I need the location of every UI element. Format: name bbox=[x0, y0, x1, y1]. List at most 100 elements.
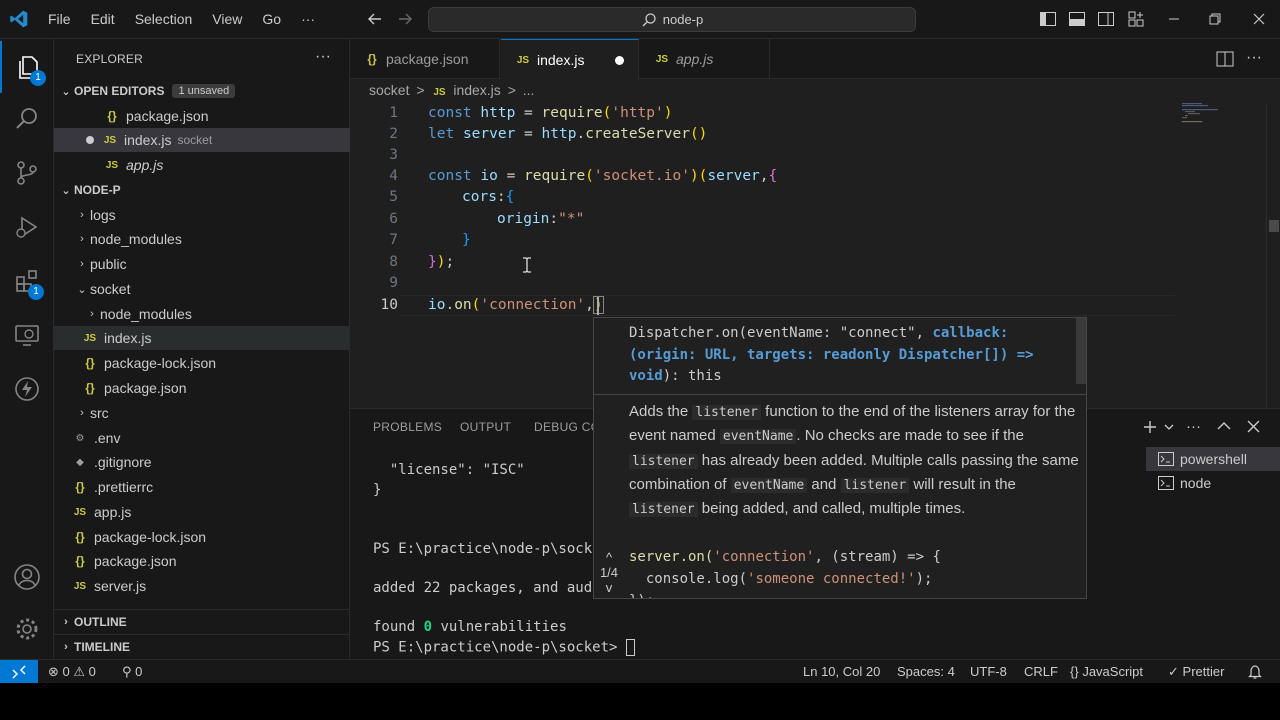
terminal-item-node[interactable]: node bbox=[1146, 471, 1280, 495]
tree-file[interactable]: {} package.json bbox=[54, 376, 350, 400]
tree-file[interactable]: ⚙ .env bbox=[54, 426, 350, 450]
problems-status[interactable]: ⊗ 0 ⚠ 0 bbox=[48, 664, 96, 680]
tab-index-js[interactable]: JS index.js bbox=[501, 39, 639, 80]
tree-file[interactable]: ◆ .gitignore bbox=[54, 450, 350, 474]
toggle-secondary-sidebar-icon[interactable] bbox=[1097, 10, 1115, 28]
end-of-line[interactable]: CRLF bbox=[1024, 664, 1058, 679]
activity-source-control[interactable] bbox=[0, 147, 54, 199]
breadcrumb-symbol[interactable]: ... bbox=[523, 82, 535, 98]
tab-debug-console[interactable]: DEBUG CO bbox=[534, 420, 600, 434]
tree-file[interactable]: {} package.json bbox=[54, 549, 350, 573]
tree-folder[interactable]: › node_modules bbox=[54, 227, 350, 251]
tab-package-json[interactable]: {} package.json bbox=[350, 39, 500, 79]
activity-run-debug[interactable] bbox=[0, 201, 54, 253]
tree-folder[interactable]: › src bbox=[54, 401, 350, 425]
menu-file[interactable]: File bbox=[38, 0, 81, 39]
menu-edit[interactable]: Edit bbox=[81, 0, 125, 39]
menu-more[interactable]: ··· bbox=[291, 0, 325, 39]
outline-header[interactable]: › OUTLINE bbox=[54, 609, 350, 633]
vscode-logo-icon[interactable] bbox=[9, 9, 29, 29]
prettier-status[interactable]: ✓ Prettier bbox=[1168, 664, 1224, 680]
scrollbar-marker bbox=[1269, 220, 1279, 232]
tree-file[interactable]: JS app.js bbox=[54, 500, 350, 524]
toggle-primary-sidebar-icon[interactable] bbox=[1039, 10, 1057, 28]
chevron-right-icon: › bbox=[80, 209, 84, 221]
activity-explorer[interactable]: 1 bbox=[0, 41, 54, 93]
activity-extensions[interactable]: 1 bbox=[0, 255, 54, 307]
minimize-window-icon[interactable] bbox=[1165, 10, 1183, 28]
tab-output[interactable]: OUTPUT bbox=[460, 420, 511, 434]
tab-problems[interactable]: PROBLEMS bbox=[373, 420, 442, 434]
chevron-down-icon[interactable]: v bbox=[594, 580, 624, 595]
close-panel-icon[interactable] bbox=[1247, 420, 1260, 433]
tree-file[interactable]: {} .prettierrc bbox=[54, 475, 350, 499]
activity-remote-explorer[interactable] bbox=[0, 309, 54, 361]
tree-file[interactable]: {} package-lock.json bbox=[54, 525, 350, 549]
editor-scrollbar[interactable] bbox=[1266, 104, 1280, 408]
tree-item-label: src bbox=[90, 405, 109, 421]
tree-item-label: server.js bbox=[94, 578, 147, 594]
documentation: Adds the listener function to the end of… bbox=[629, 403, 1079, 518]
lightning-icon bbox=[15, 377, 39, 401]
tree-folder[interactable]: ⌄ socket bbox=[54, 277, 350, 301]
folder-header[interactable]: ⌄ NODE-P bbox=[54, 178, 350, 202]
panel-more-actions-icon[interactable]: ··· bbox=[1186, 418, 1201, 435]
language-mode[interactable]: {} JavaScript bbox=[1070, 664, 1143, 679]
minimap[interactable] bbox=[1178, 100, 1266, 130]
more-actions-icon[interactable]: ··· bbox=[315, 48, 331, 66]
terminal-prompt[interactable]: PS E:\practice\node-p\socket> bbox=[373, 639, 635, 656]
account-icon bbox=[14, 564, 40, 590]
terminal-line: PS E:\practice\node-p\sock bbox=[373, 541, 593, 557]
open-editor-item[interactable]: JS app.js bbox=[54, 153, 350, 177]
split-editor-icon[interactable] bbox=[1216, 51, 1234, 67]
restore-window-icon[interactable] bbox=[1206, 10, 1224, 28]
activity-thunder-client[interactable] bbox=[0, 363, 54, 415]
menu-selection[interactable]: Selection bbox=[125, 0, 203, 39]
maximize-panel-icon[interactable] bbox=[1217, 421, 1231, 431]
timeline-header[interactable]: › TIMELINE bbox=[54, 634, 350, 658]
chevron-down-icon: ⌄ bbox=[61, 85, 71, 98]
open-editor-item[interactable]: {} package.json bbox=[54, 104, 350, 128]
cursor-position[interactable]: Ln 10, Col 20 bbox=[803, 664, 880, 679]
encoding[interactable]: UTF-8 bbox=[970, 664, 1007, 679]
open-editors-header[interactable]: ⌄ OPEN EDITORS 1 unsaved bbox=[54, 79, 350, 103]
open-editor-item[interactable]: JS index.js socket bbox=[54, 128, 350, 152]
title-bar: File Edit Selection View Go ··· node-p bbox=[0, 0, 1280, 39]
back-arrow-icon[interactable] bbox=[366, 10, 384, 28]
menu-view[interactable]: View bbox=[202, 0, 252, 39]
breadcrumb-folder[interactable]: socket bbox=[369, 82, 409, 98]
activity-search[interactable] bbox=[0, 93, 54, 145]
editor-more-actions-icon[interactable]: ··· bbox=[1246, 49, 1262, 67]
unsaved-dot-icon[interactable] bbox=[615, 56, 624, 65]
activity-accounts[interactable] bbox=[0, 551, 54, 603]
tree-folder[interactable]: › public bbox=[54, 252, 350, 276]
ports-status[interactable]: ⚲ 0 bbox=[122, 664, 142, 680]
tree-file[interactable]: JS index.js bbox=[54, 326, 350, 350]
new-terminal-icon[interactable] bbox=[1143, 420, 1157, 434]
terminal-item-powershell[interactable]: powershell bbox=[1146, 447, 1280, 471]
tree-folder[interactable]: › node_modules bbox=[54, 302, 350, 326]
indentation[interactable]: Spaces: 4 bbox=[897, 664, 955, 679]
menu-go[interactable]: Go bbox=[252, 0, 291, 39]
tab-app-js[interactable]: JS app.js bbox=[640, 39, 770, 79]
tree-file[interactable]: {} package-lock.json bbox=[54, 351, 350, 375]
status-bar: ⊗ 0 ⚠ 0 ⚲ 0 Ln 10, Col 20 Spaces: 4 UTF-… bbox=[0, 659, 1280, 684]
signature: Dispatcher.on(eventName: "connect", call… bbox=[629, 325, 1034, 384]
tree-item-label: package-lock.json bbox=[94, 529, 207, 545]
toggle-panel-icon[interactable] bbox=[1068, 10, 1086, 28]
chevron-down-icon[interactable] bbox=[1164, 423, 1174, 431]
activity-manage[interactable] bbox=[0, 603, 54, 655]
close-window-icon[interactable] bbox=[1250, 10, 1268, 28]
breadcrumb-file[interactable]: index.js bbox=[453, 82, 500, 98]
chevron-up-icon[interactable]: ^ bbox=[594, 550, 624, 565]
remote-indicator[interactable] bbox=[0, 660, 38, 684]
parameter-hints-widget[interactable]: Dispatcher.on(eventName: "connect", call… bbox=[593, 317, 1087, 599]
hover-scrollbar[interactable] bbox=[1076, 318, 1086, 384]
forward-arrow-icon[interactable] bbox=[396, 10, 414, 28]
command-center-search[interactable]: node-p bbox=[428, 7, 916, 32]
bell-icon[interactable] bbox=[1248, 664, 1262, 680]
tree-file[interactable]: JS server.js bbox=[54, 574, 350, 598]
explorer-badge: 1 bbox=[30, 70, 46, 86]
customize-layout-icon[interactable] bbox=[1127, 10, 1145, 28]
tree-folder[interactable]: › logs bbox=[54, 203, 350, 227]
